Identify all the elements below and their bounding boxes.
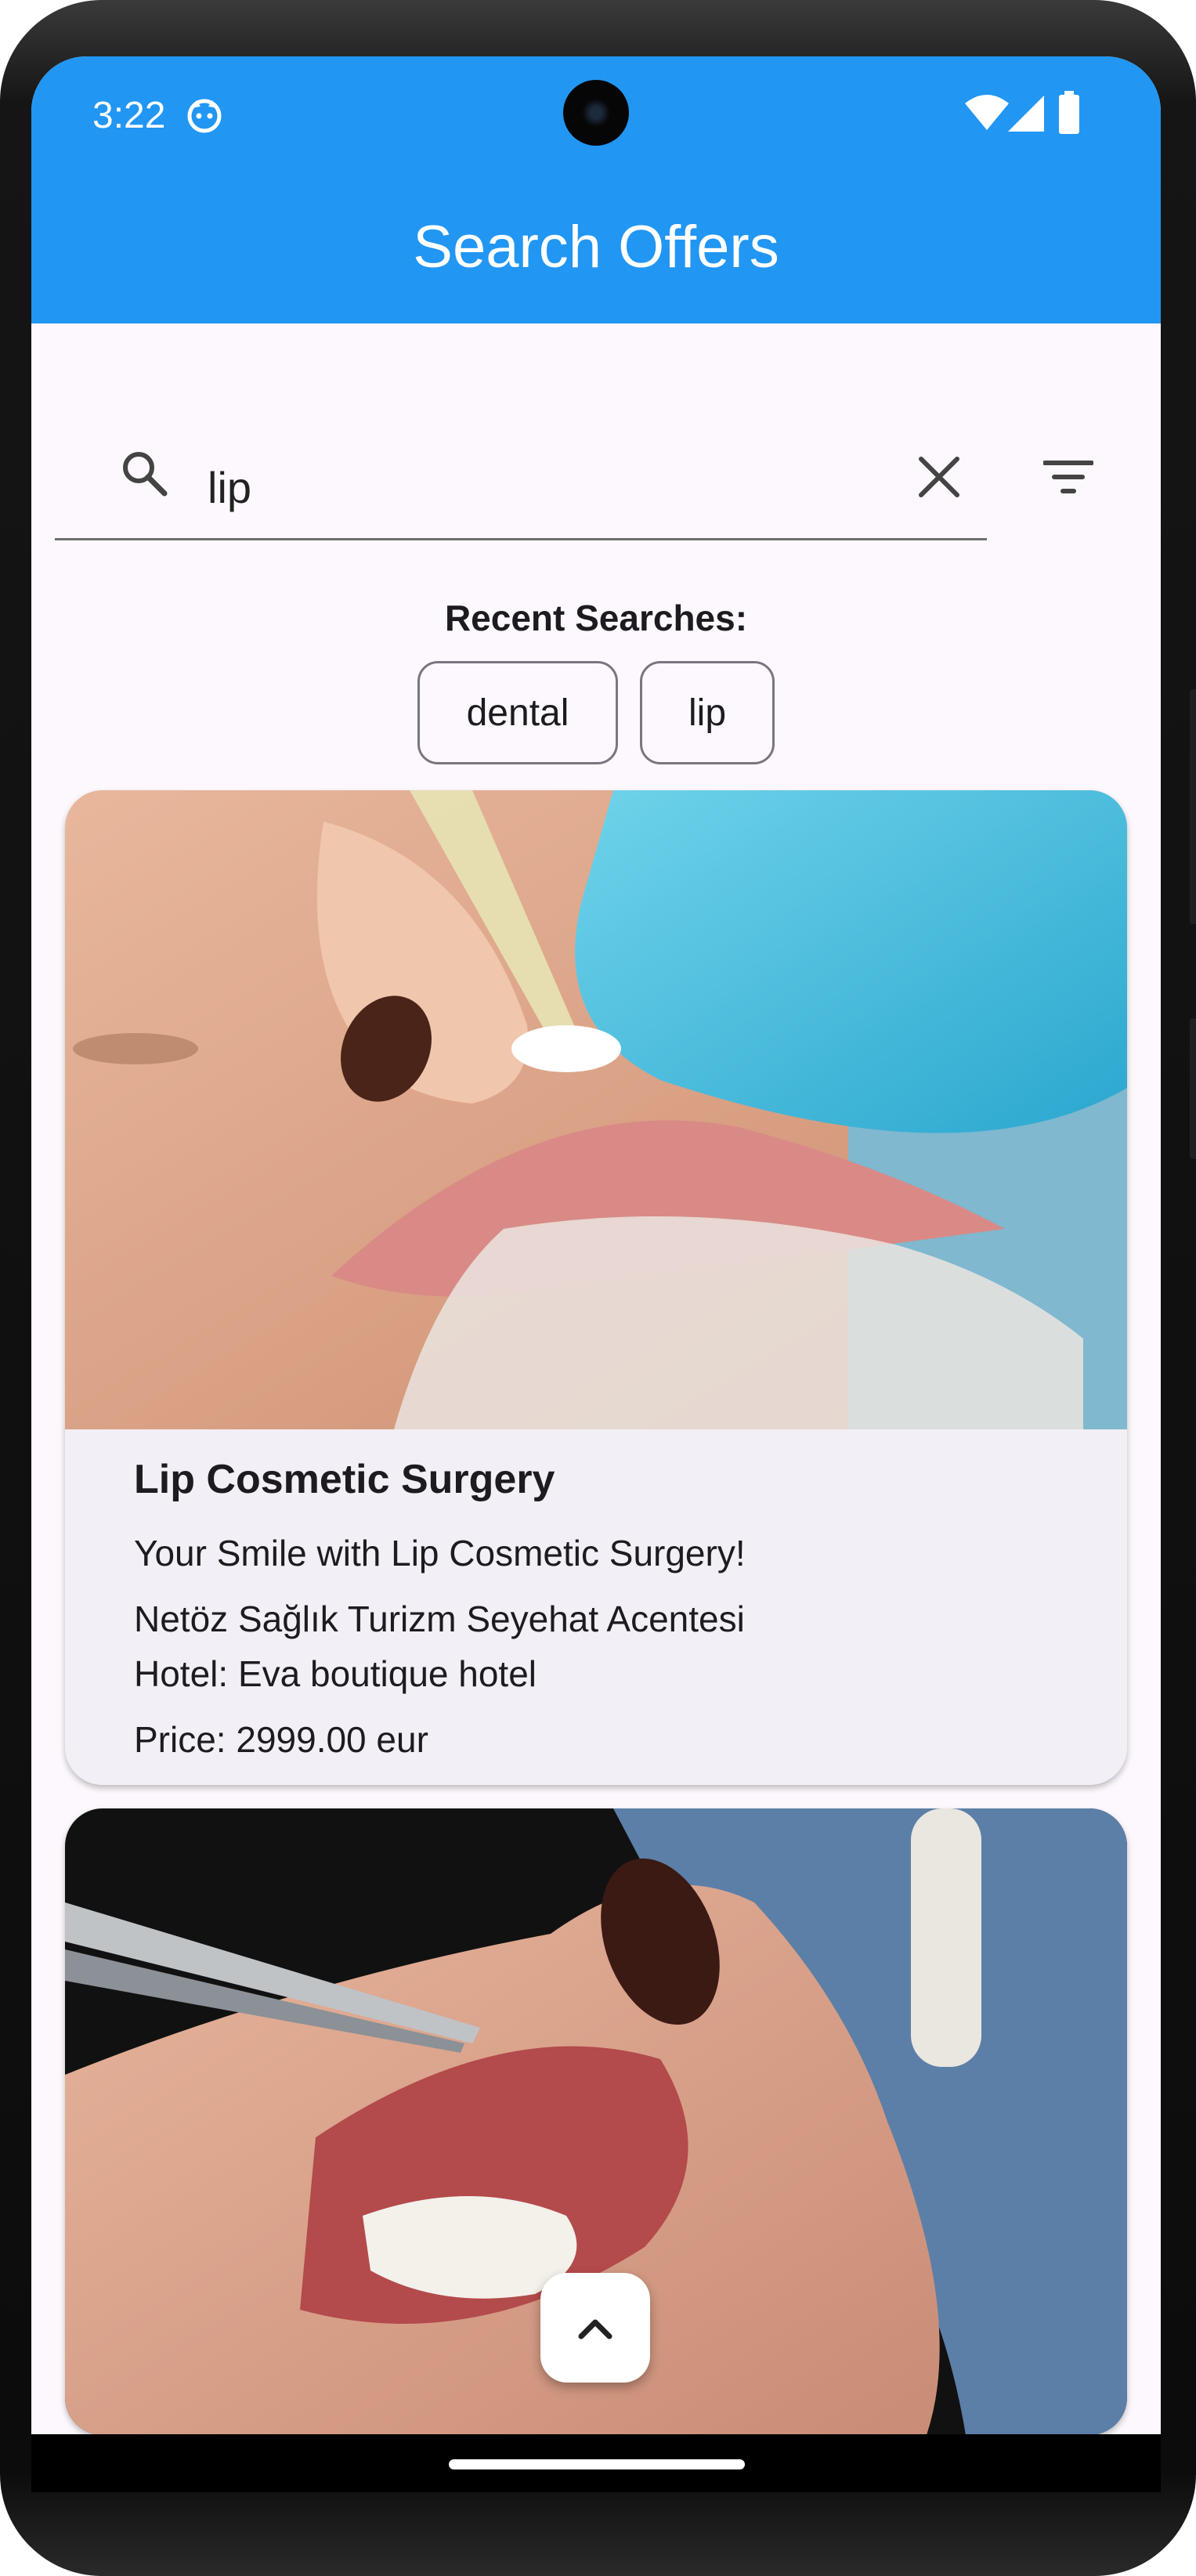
search-input[interactable] bbox=[208, 452, 756, 522]
offer-subtitle: Your Smile with Lip Cosmetic Surgery! bbox=[134, 1533, 746, 1573]
screen: 3:22 Search Offers lip Recent Searches: … bbox=[31, 56, 1161, 2492]
system-nav-bar bbox=[31, 2434, 1161, 2492]
recent-search-chip[interactable]: dental bbox=[417, 661, 618, 764]
offer-agency: Netöz Sağlık Turizm Seyehat Acentesi bbox=[134, 1599, 745, 1639]
search-field[interactable] bbox=[55, 393, 987, 540]
front-camera bbox=[563, 80, 629, 146]
close-icon[interactable] bbox=[916, 454, 962, 500]
scroll-to-top-button[interactable] bbox=[540, 2273, 650, 2383]
offer-hotel: Hotel: Eva boutique hotel bbox=[134, 1653, 537, 1694]
battery-icon bbox=[1059, 91, 1079, 134]
status-time: 3:22 bbox=[92, 95, 166, 136]
offer-card[interactable]: Lip Cosmetic Surgery Your Smile with Lip… bbox=[65, 790, 1127, 1785]
offer-price: Price: 2999.00 eur bbox=[134, 1719, 428, 1760]
recent-searches-label: Recent Searches: bbox=[444, 598, 748, 638]
offer-title: Lip Cosmetic Surgery bbox=[134, 1457, 555, 1502]
wifi-icon bbox=[965, 95, 1009, 130]
search-icon bbox=[123, 452, 168, 497]
device-frame: 3:22 Search Offers lip Recent Searches: … bbox=[0, 0, 1196, 2576]
offer-image bbox=[65, 790, 1127, 1429]
chevron-up-icon bbox=[578, 2319, 612, 2339]
face-icon bbox=[187, 99, 222, 133]
volume-button bbox=[1190, 1018, 1196, 1159]
recent-search-chip[interactable]: lip bbox=[640, 661, 775, 764]
home-indicator[interactable] bbox=[449, 2459, 745, 2469]
filter-icon[interactable] bbox=[1043, 458, 1093, 497]
signal-icon bbox=[1008, 96, 1044, 132]
page-title: Search Offers bbox=[413, 214, 779, 280]
power-button bbox=[1190, 689, 1196, 924]
app-bar: 3:22 Search Offers bbox=[31, 56, 1161, 323]
